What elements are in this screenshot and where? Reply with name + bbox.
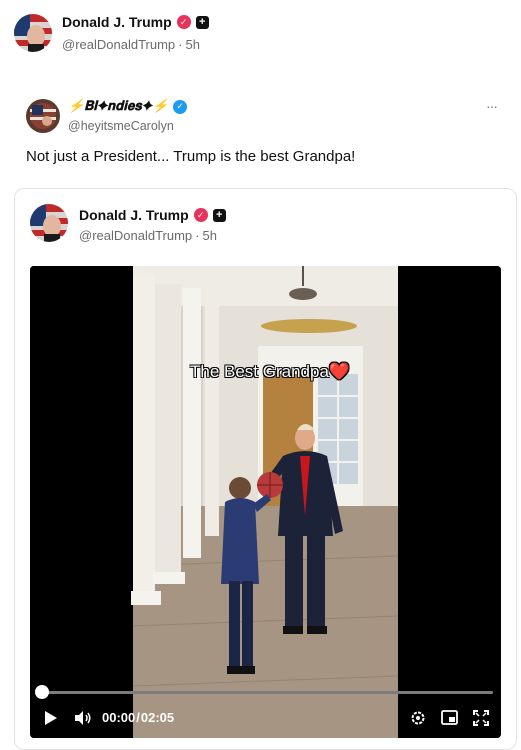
- verified-pink-icon: ✓: [176, 15, 191, 29]
- play-icon[interactable]: [44, 710, 58, 726]
- plus-square-icon: +: [195, 15, 209, 29]
- video-player[interactable]: The Best Grandpa❤️ 00:00 / 02:05: [30, 266, 501, 738]
- repost-text: Not just a President... Trump is the bes…: [26, 148, 356, 165]
- video-current-time: 00:00: [102, 710, 136, 725]
- more-icon[interactable]: ···: [486, 98, 498, 114]
- settings-icon[interactable]: [410, 710, 426, 726]
- video-frame: [30, 266, 501, 738]
- pip-icon[interactable]: [441, 710, 458, 725]
- quoted-handle[interactable]: @realDonaldTrump: [79, 228, 192, 243]
- video-overlay-caption: The Best Grandpa❤️: [190, 362, 351, 381]
- dot-separator: ·: [178, 37, 183, 52]
- video-progress-track[interactable]: [42, 691, 493, 694]
- outer-post-time[interactable]: 5h: [186, 37, 200, 52]
- fullscreen-icon[interactable]: [473, 710, 489, 726]
- quoted-post-avatar[interactable]: [30, 204, 68, 242]
- video-time-separator: /: [136, 710, 140, 725]
- repost-author-name[interactable]: ⚡𝐁𝐥✦𝐧𝐝𝐢𝐞𝐬✦⚡: [68, 99, 168, 114]
- verified-pink-icon: ✓: [193, 208, 208, 222]
- volume-icon[interactable]: [74, 710, 92, 726]
- outer-handle[interactable]: @realDonaldTrump: [62, 37, 175, 52]
- verified-blue-icon: ✓: [173, 99, 188, 114]
- plus-square-icon: +: [212, 208, 226, 222]
- outer-author-name[interactable]: Donald J. Trump: [62, 14, 172, 30]
- repost-handle[interactable]: @heyitsmeCarolyn: [68, 119, 174, 133]
- video-duration: 02:05: [140, 710, 175, 725]
- outer-post-avatar[interactable]: [14, 14, 52, 52]
- repost-avatar[interactable]: [26, 99, 60, 133]
- dot-separator: ·: [195, 228, 200, 243]
- quoted-author-name[interactable]: Donald J. Trump: [79, 207, 189, 223]
- quoted-post-time[interactable]: 5h: [203, 228, 217, 243]
- video-progress-handle[interactable]: [35, 685, 49, 699]
